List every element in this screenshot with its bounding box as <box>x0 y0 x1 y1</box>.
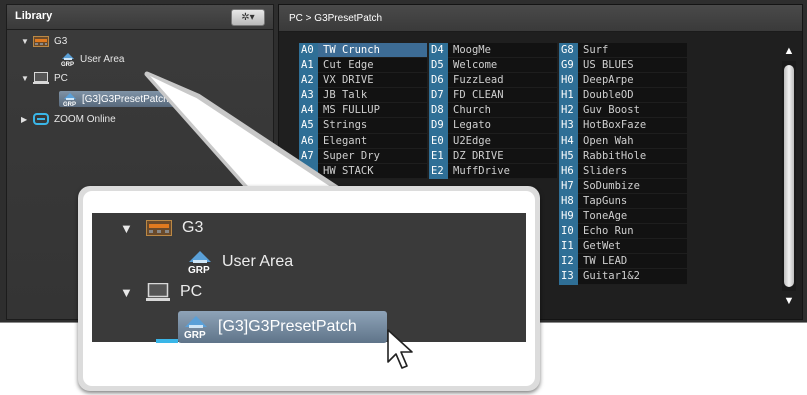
mouse-cursor-icon <box>387 329 413 369</box>
device-g3-icon <box>146 220 172 236</box>
zoom-item-label: PC <box>180 283 203 300</box>
zoom-item-label: [G3]G3PresetPatch <box>218 318 357 335</box>
zoom-item-label: User Area <box>222 253 294 270</box>
zoom-item-g3: ▼ G3 <box>120 219 203 237</box>
group-grp-icon: GRP <box>184 315 208 339</box>
zoom-item-g3-preset-patch: GRP [G3]G3PresetPatch <box>178 311 387 343</box>
zoom-item-label: G3 <box>182 219 204 236</box>
zoomed-library-tree: ▼ G3 GRP User Area ▼ PC GRP [G3]G3Preset… <box>92 213 526 343</box>
zoom-item-pc: ▼ PC <box>120 283 202 301</box>
grp-text: GRP <box>188 265 210 274</box>
zoom-online-icon <box>156 339 178 343</box>
group-grp-icon: GRP <box>188 250 212 274</box>
computer-icon <box>146 283 170 301</box>
zoom-callout: ▼ G3 GRP User Area ▼ PC GRP [G3]G3Preset… <box>83 191 535 386</box>
zoom-selected-item: GRP [G3]G3PresetPatch <box>178 311 387 343</box>
grp-text: GRP <box>184 330 206 339</box>
zoom-item-user-area: GRP User Area <box>188 250 293 274</box>
expand-triangle-icon: ▼ <box>120 284 133 300</box>
expand-triangle-icon: ▼ <box>120 220 133 236</box>
